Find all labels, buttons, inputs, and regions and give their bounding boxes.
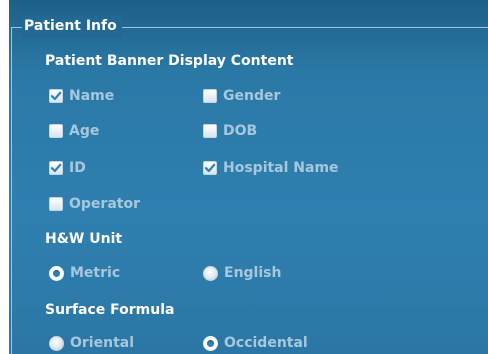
gender-checkbox[interactable]: Gender [203,86,280,106]
occidental-radio[interactable]: Occidental [203,333,308,353]
metric-radio[interactable]: Metric [49,263,120,283]
radio-selected-icon [203,335,218,351]
checkbox-checked-icon [203,161,217,175]
patient-info-group-title: Patient Info [22,15,122,37]
name-checkbox[interactable]: Name [49,86,114,106]
english-radio[interactable]: English [203,263,281,283]
dob-checkbox[interactable]: DOB [203,121,257,141]
checkbox-unchecked-icon [49,124,63,138]
age-checkbox-label: Age [69,123,100,139]
gender-checkbox-label: Gender [223,88,281,104]
checkbox-checked-icon [49,161,63,175]
checkbox-unchecked-icon [203,89,217,103]
checkbox-unchecked-icon [203,124,217,138]
hw-unit-section-title: H&W Unit [45,231,123,247]
id-checkbox[interactable]: ID [49,158,86,178]
operator-checkbox-label: Operator [69,196,140,212]
dob-checkbox-label: DOB [223,123,258,139]
checkbox-unchecked-icon [49,197,63,211]
radio-unselected-icon [49,335,64,351]
patient-banner-section-title: Patient Banner Display Content [45,53,294,69]
operator-checkbox[interactable]: Operator [49,194,140,214]
surface-formula-section-title: Surface Formula [45,302,175,318]
oriental-radio-label: Oriental [70,335,135,351]
age-checkbox[interactable]: Age [49,121,99,141]
radio-selected-icon [49,265,64,281]
name-checkbox-label: Name [69,88,115,104]
checkbox-checked-icon [49,89,63,103]
metric-radio-label: Metric [70,265,121,281]
radio-unselected-icon [203,265,218,281]
oriental-radio[interactable]: Oriental [49,333,134,353]
patient-info-panel: Patient Info Patient Banner Display Cont… [9,0,488,354]
id-checkbox-label: ID [69,160,86,176]
hospital-name-checkbox[interactable]: Hospital Name [203,158,339,178]
occidental-radio-label: Occidental [224,335,308,351]
hospital-name-checkbox-label: Hospital Name [223,160,339,176]
english-radio-label: English [224,265,282,281]
